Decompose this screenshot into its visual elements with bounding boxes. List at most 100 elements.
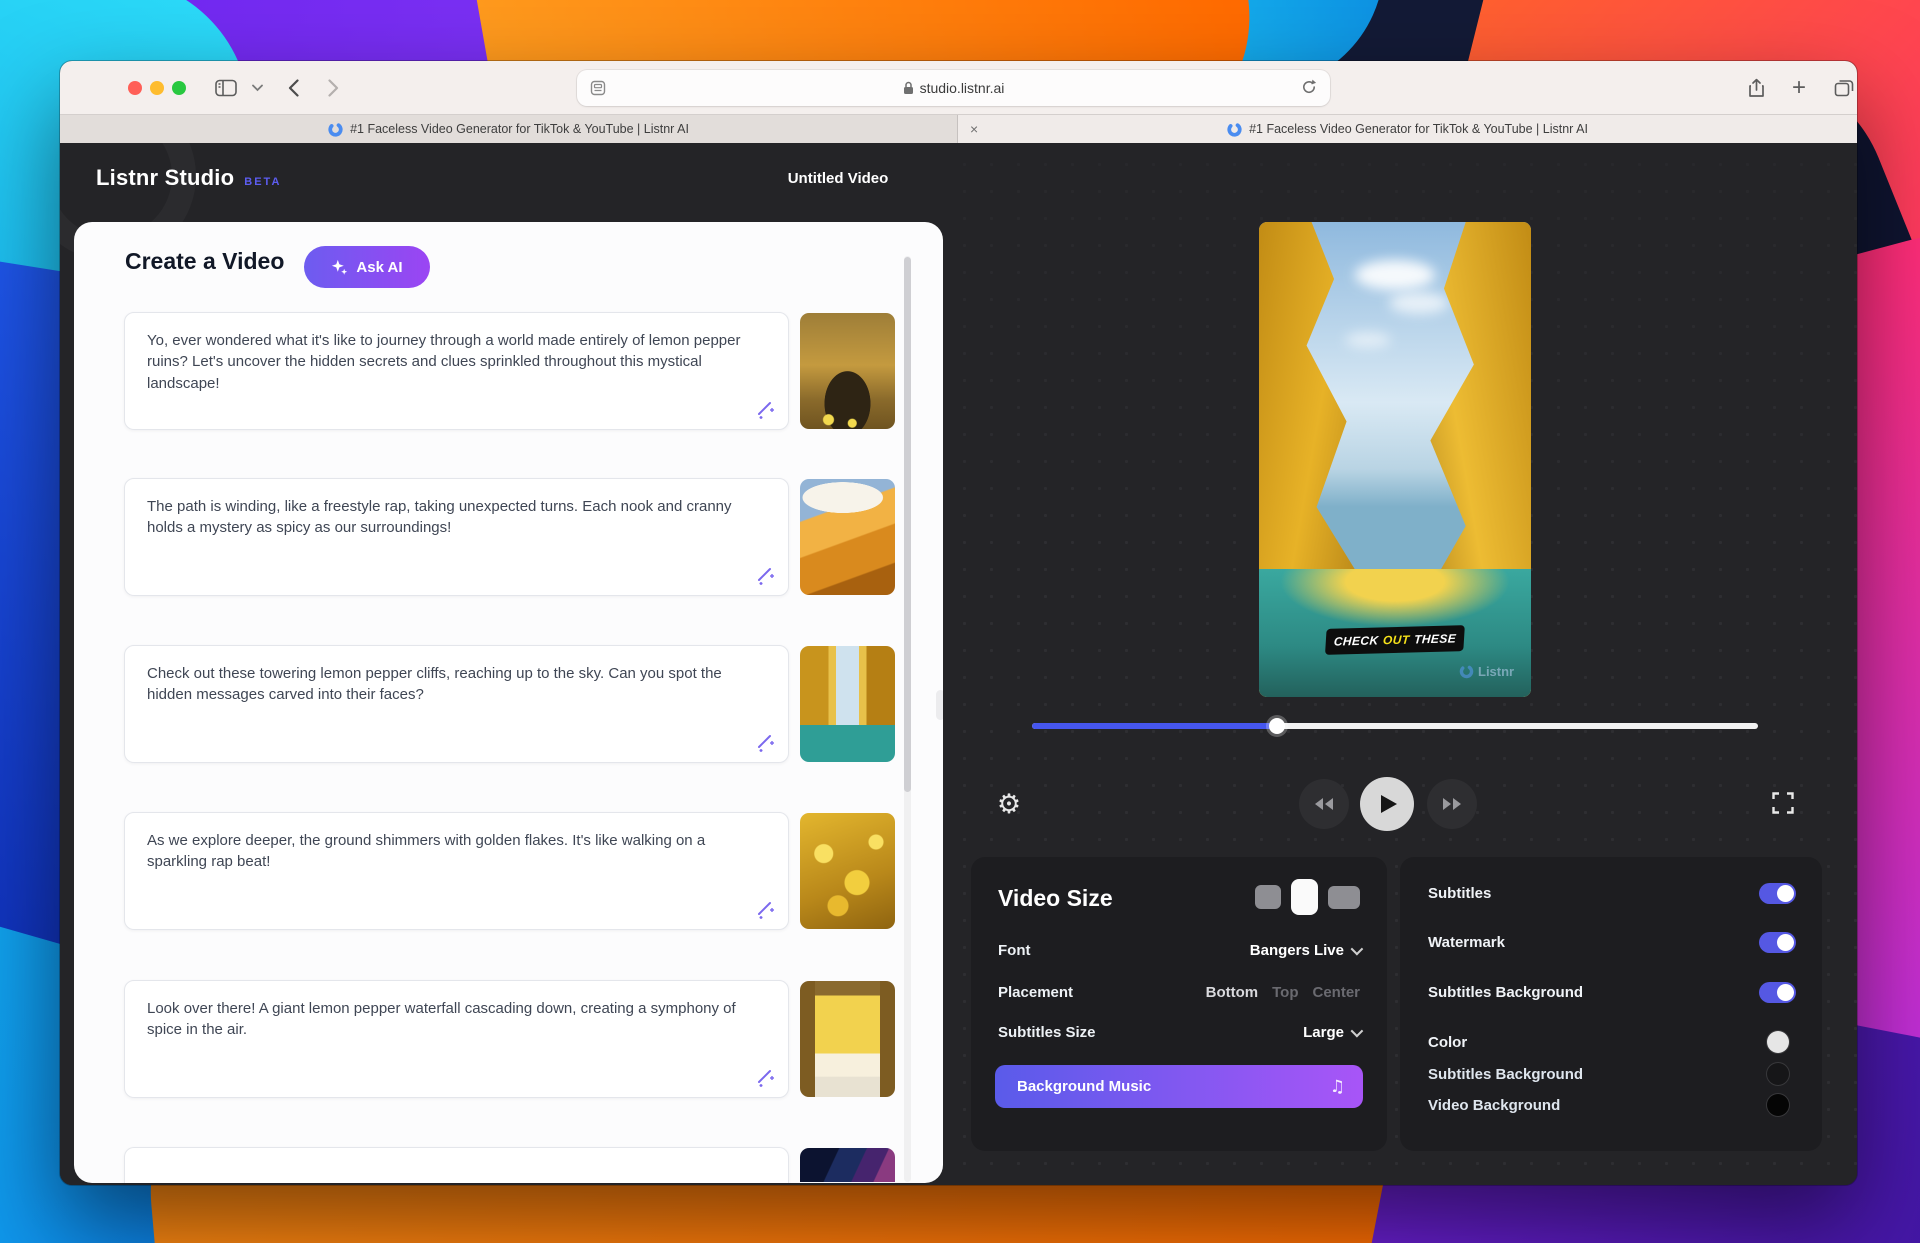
app-brand: Listnr Studio BETA xyxy=(96,165,281,191)
subtitles-panel: Subtitles Watermark Subtitles Background… xyxy=(1400,857,1822,1151)
tab-overview-icon[interactable] xyxy=(1834,79,1854,97)
subtitle-overlay: CHECK OUT THESE xyxy=(1325,625,1465,655)
script-card[interactable]: The path is winding, like a freestyle ra… xyxy=(124,478,789,596)
seek-slider[interactable] xyxy=(1032,723,1758,729)
script-text[interactable]: As we explore deeper, the ground shimmer… xyxy=(147,830,747,873)
cloud-decoration xyxy=(1389,292,1449,314)
document-title[interactable]: Untitled Video xyxy=(748,170,928,187)
placement-label: Placement xyxy=(998,984,1073,1001)
seek-fill xyxy=(1032,723,1277,729)
script-text[interactable]: The path is winding, like a freestyle ra… xyxy=(147,496,747,539)
tab-faceless-video-generator-1[interactable]: #1 Faceless Video Generator for TikTok &… xyxy=(60,115,958,143)
scene-thumbnail-flakes[interactable] xyxy=(800,813,895,929)
placement-option-bottom[interactable]: Bottom xyxy=(1206,984,1259,1001)
create-video-panel: Create a Video Ask AI Yo, ever wondered … xyxy=(74,222,943,1183)
script-card[interactable]: Check out these towering lemon pepper cl… xyxy=(124,645,789,763)
script-card[interactable]: Yo, ever wondered what it's like to jour… xyxy=(124,312,789,430)
window-minimize-button[interactable] xyxy=(150,81,164,95)
magic-wand-icon[interactable] xyxy=(755,733,775,753)
script-text[interactable]: Check out these towering lemon pepper cl… xyxy=(147,663,747,706)
cloud-decoration xyxy=(1355,260,1435,290)
cloud-decoration xyxy=(1345,332,1391,348)
sidebar-toggle-icon[interactable] xyxy=(215,79,237,96)
plus-glyph: + xyxy=(1792,74,1806,102)
listnr-favicon xyxy=(328,122,343,137)
tab-close-icon[interactable]: × xyxy=(970,122,978,136)
subtitle-color-swatch[interactable] xyxy=(1767,1031,1789,1053)
scrollbar-track[interactable] xyxy=(904,256,911,1182)
safari-window: studio.listnr.ai + #1 Faceless Video Gen… xyxy=(60,61,1857,1185)
skip-back-button[interactable] xyxy=(1299,779,1349,829)
watermark-toggle[interactable] xyxy=(1759,932,1796,953)
tab-title: #1 Faceless Video Generator for TikTok &… xyxy=(350,122,689,136)
font-label: Font xyxy=(998,942,1030,959)
settings-gear-icon[interactable]: ⚙ xyxy=(994,789,1024,819)
fullscreen-icon[interactable] xyxy=(1771,791,1795,815)
aspect-ratio-square-button[interactable] xyxy=(1255,885,1281,909)
video-background-color-swatch[interactable] xyxy=(1767,1094,1789,1116)
subtitle-word: THESE xyxy=(1414,631,1457,646)
aspect-ratio-landscape-button[interactable] xyxy=(1328,886,1360,909)
background-music-label: Background Music xyxy=(1017,1078,1151,1095)
video-background-color-label: Video Background xyxy=(1428,1097,1560,1114)
subtitles-background-color-label: Subtitles Background xyxy=(1428,1066,1583,1083)
forward-button-icon[interactable] xyxy=(328,79,339,97)
subtitles-background-color-swatch[interactable] xyxy=(1767,1063,1789,1085)
window-zoom-button[interactable] xyxy=(172,81,186,95)
script-card[interactable]: Look over there! A giant lemon pepper wa… xyxy=(124,980,789,1098)
aspect-ratio-portrait-button-selected[interactable] xyxy=(1291,879,1318,915)
background-music-button[interactable]: Background Music ♫ xyxy=(995,1065,1363,1108)
scene-thumbnail-dunes[interactable] xyxy=(800,479,895,595)
play-button[interactable] xyxy=(1360,777,1414,831)
reload-icon[interactable] xyxy=(1300,78,1318,96)
page-proxy-icon[interactable] xyxy=(589,79,607,97)
lock-icon xyxy=(903,81,914,95)
script-card-partial[interactable] xyxy=(124,1147,789,1183)
share-icon[interactable] xyxy=(1748,78,1765,98)
font-dropdown[interactable]: Bangers Live xyxy=(1250,942,1360,959)
sparkle-icon xyxy=(331,259,348,276)
listnr-watermark-icon xyxy=(1459,664,1474,679)
magic-wand-icon[interactable] xyxy=(755,400,775,420)
script-text[interactable]: Yo, ever wondered what it's like to jour… xyxy=(147,330,747,394)
ask-ai-label: Ask AI xyxy=(356,259,402,276)
ask-ai-button[interactable]: Ask AI xyxy=(304,246,430,288)
back-button-icon[interactable] xyxy=(288,79,299,97)
sidebar-chevron-down-icon[interactable] xyxy=(252,84,263,91)
subtitles-size-label: Subtitles Size xyxy=(998,1024,1096,1041)
subtitle-word: CHECK xyxy=(1333,633,1379,648)
brand-name: Listnr Studio xyxy=(96,165,234,191)
scrollbar-thumb[interactable] xyxy=(904,257,911,792)
scene-thumbnail-canyon[interactable] xyxy=(800,646,895,762)
new-tab-icon[interactable]: + xyxy=(1792,74,1806,102)
magic-wand-icon[interactable] xyxy=(755,566,775,586)
seek-thumb[interactable] xyxy=(1269,718,1285,734)
magic-wand-icon[interactable] xyxy=(755,1068,775,1088)
color-label: Color xyxy=(1428,1034,1467,1051)
placement-option-center[interactable]: Center xyxy=(1312,984,1360,1001)
toggle-knob xyxy=(1777,984,1794,1001)
scene-thumbnail-night[interactable] xyxy=(800,1148,895,1182)
scene-thumbnail-ruins[interactable] xyxy=(800,313,895,429)
skip-forward-button[interactable] xyxy=(1427,779,1477,829)
window-close-button[interactable] xyxy=(128,81,142,95)
music-note-icon: ♫ xyxy=(1330,1077,1345,1097)
toggle-knob xyxy=(1777,934,1794,951)
script-card[interactable]: As we explore deeper, the ground shimmer… xyxy=(124,812,789,930)
chevron-down-icon xyxy=(1351,942,1364,955)
subtitles-toggle-label: Subtitles xyxy=(1428,885,1491,902)
scene-thumbnail-waterfall[interactable] xyxy=(800,981,895,1097)
subtitles-toggle[interactable] xyxy=(1759,883,1796,904)
tab-title: #1 Faceless Video Generator for TikTok &… xyxy=(1249,122,1588,136)
subtitles-size-dropdown[interactable]: Large xyxy=(1303,1024,1360,1041)
placement-option-top[interactable]: Top xyxy=(1272,984,1298,1001)
subtitle-word-highlight: OUT xyxy=(1383,633,1410,648)
script-text[interactable]: Look over there! A giant lemon pepper wa… xyxy=(147,998,747,1041)
video-preview[interactable]: CHECK OUT THESE Listnr xyxy=(1259,222,1531,697)
tab-faceless-video-generator-2[interactable]: × #1 Faceless Video Generator for TikTok… xyxy=(958,115,1857,143)
subtitles-background-toggle[interactable] xyxy=(1759,982,1796,1003)
magic-wand-icon[interactable] xyxy=(755,900,775,920)
address-bar[interactable]: studio.listnr.ai xyxy=(577,70,1330,106)
chevron-down-icon xyxy=(1351,1024,1364,1037)
beta-badge: BETA xyxy=(244,176,281,188)
